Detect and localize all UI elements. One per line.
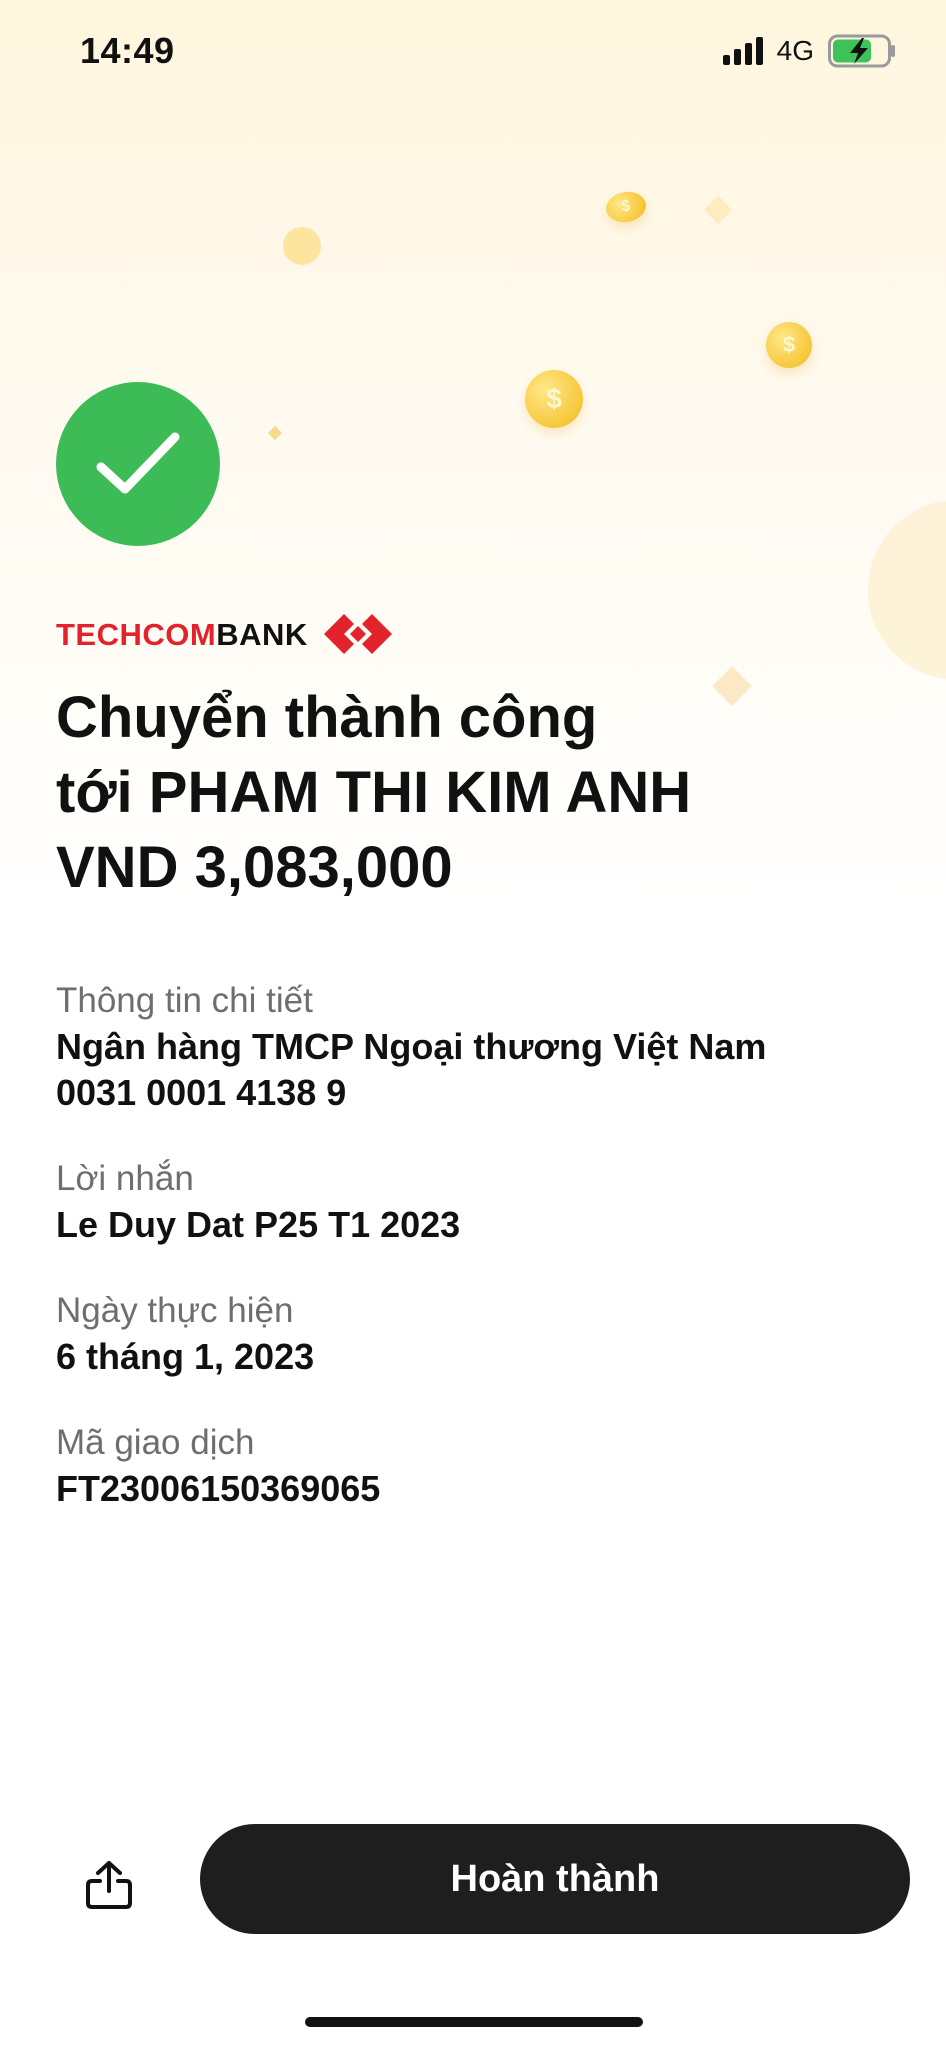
message-value: Le Duy Dat P25 T1 2023: [56, 1204, 461, 1245]
headline-recipient: tới PHAM THI KIM ANH: [56, 760, 692, 825]
done-button[interactable]: Hoàn thành: [200, 1824, 910, 1934]
decoration-coin: $: [525, 370, 583, 428]
transfer-summary: Chuyển thành công tới PHAM THI KIM ANH V…: [56, 680, 916, 905]
status-time: 14:49: [80, 30, 175, 71]
share-icon: [86, 1861, 132, 1909]
brand-logo: TECHCOMBANK: [56, 608, 394, 660]
status-indicators: 4G: [722, 34, 898, 68]
detail-label: Thông tin chi tiết: [56, 981, 313, 1020]
battery-charging-icon: [828, 34, 895, 68]
success-badge: [56, 382, 220, 546]
home-indicator[interactable]: [305, 2017, 643, 2027]
brand-name-part2: BANK: [216, 616, 308, 652]
decoration-diamond: [267, 425, 283, 441]
share-button[interactable]: [76, 1852, 142, 1918]
headline-status: Chuyển thành công: [56, 685, 598, 750]
headline-amount: VND 3,083,000: [56, 835, 453, 900]
decoration-coin: $: [766, 322, 812, 368]
brand-name-part1: TECHCOM: [56, 616, 217, 652]
network-type: 4G: [776, 35, 814, 66]
checkmark-icon: [96, 432, 180, 494]
transaction-details: Thông tin chi tiết Ngân hàng TMCP Ngoại …: [56, 978, 916, 1552]
brand-name: TECHCOMBANK: [56, 619, 308, 650]
detail-label: Ngày thực hiện: [56, 1291, 294, 1330]
decoration-coin: $: [603, 188, 649, 226]
decoration-dot: [283, 227, 321, 265]
techcombank-logo-icon: [323, 614, 392, 654]
detail-message: Lời nhắn Le Duy Dat P25 T1 2023: [56, 1156, 916, 1248]
detail-recipient-info: Thông tin chi tiết Ngân hàng TMCP Ngoại …: [56, 978, 916, 1116]
decoration-large-coin: [868, 500, 946, 680]
account-number: 0031 0001 4138 9: [56, 1072, 347, 1113]
transfer-success-screen: 14:49 4G $ $ $ TECHCOMBANK Chuyển thành …: [0, 0, 946, 2048]
detail-transaction-id: Mã giao dịch FT23006150369065: [56, 1420, 916, 1512]
detail-label: Mã giao dịch: [56, 1423, 255, 1462]
decoration-diamond: [703, 195, 733, 225]
signal-icon: [722, 37, 763, 65]
date-value: 6 tháng 1, 2023: [56, 1336, 315, 1377]
bank-name: Ngân hàng TMCP Ngoại thương Việt Nam: [56, 1026, 767, 1067]
detail-label: Lời nhắn: [56, 1159, 194, 1198]
detail-date: Ngày thực hiện 6 tháng 1, 2023: [56, 1288, 916, 1380]
transaction-id: FT23006150369065: [56, 1468, 381, 1509]
